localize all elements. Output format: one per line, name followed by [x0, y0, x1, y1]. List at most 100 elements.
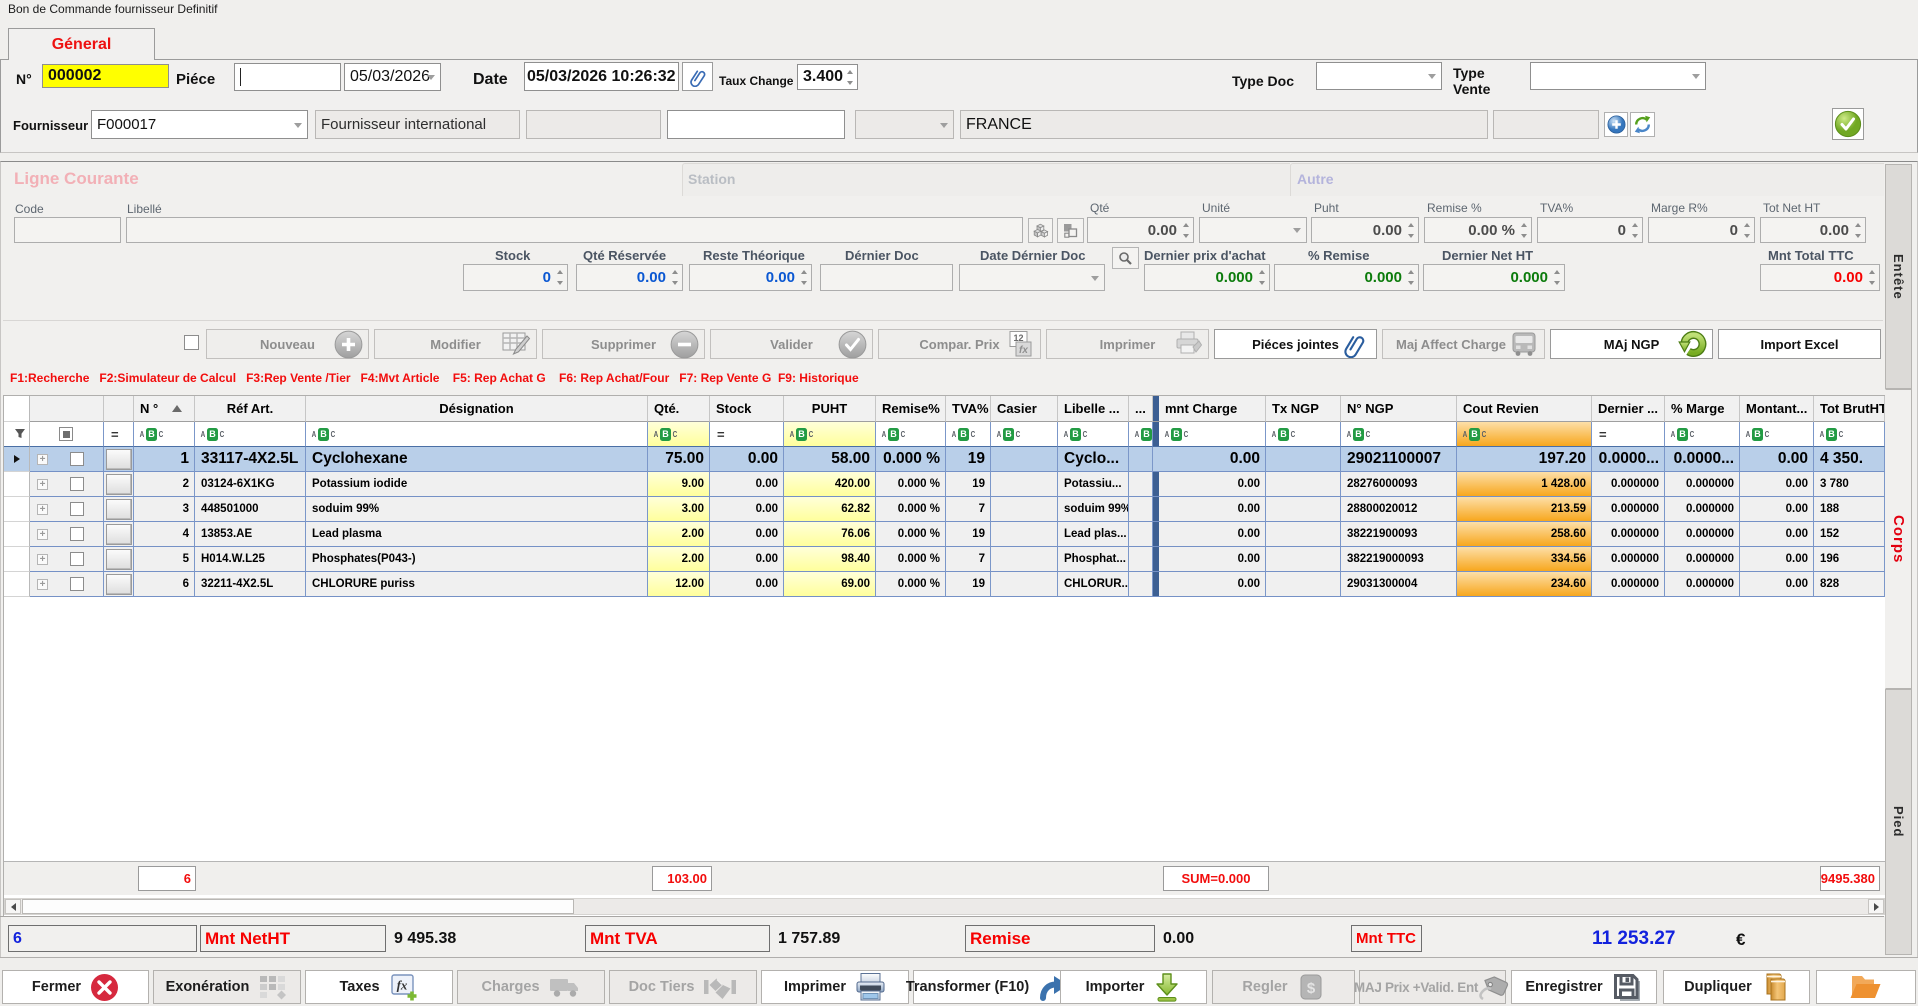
supprimer-button[interactable]: Supprimer	[542, 329, 705, 359]
cell-remise-row-1[interactable]: 0.000 %	[876, 447, 946, 472]
filter-cell-des[interactable]: ABC	[306, 422, 648, 447]
filter-cell-remise[interactable]: ABC	[876, 422, 946, 447]
piece-date-combo[interactable]: 05/03/2026	[344, 63, 441, 91]
spinner-arrows[interactable]	[1740, 219, 1753, 241]
col-header-montant[interactable]: Montant...	[1740, 396, 1814, 422]
spinner-arrows[interactable]	[1628, 219, 1641, 241]
spinner-arrows[interactable]	[1404, 219, 1417, 241]
cell-dernier-row-4[interactable]: 0.000000	[1592, 522, 1665, 547]
cell-puht-row-3[interactable]: 62.82	[784, 497, 876, 522]
cell-montant-row-5[interactable]: 0.00	[1740, 547, 1814, 572]
spinner-arrows[interactable]	[1851, 219, 1864, 241]
spinner-arrows[interactable]	[1404, 266, 1417, 289]
cell-n-row-6[interactable]: 6	[134, 572, 195, 597]
cell-mnt-row-4[interactable]: 0.00	[1159, 522, 1266, 547]
fournisseur-combo[interactable]: F000017	[91, 110, 308, 139]
spinner-arrows[interactable]	[1255, 266, 1268, 289]
cell-marge-row-6[interactable]: 0.000000	[1665, 572, 1740, 597]
qte-spinner[interactable]: 0.00	[1087, 217, 1194, 243]
cell-remise-row-3[interactable]: 0.000 %	[876, 497, 946, 522]
type-doc-combo[interactable]	[1316, 62, 1442, 90]
expand-row-icon[interactable]: +	[37, 504, 48, 515]
cell-libelle-row-1[interactable]: Cyclo...	[1058, 447, 1129, 472]
cell-stock-row-2[interactable]: 0.00	[710, 472, 784, 497]
cell-tx-row-1[interactable]	[1266, 447, 1341, 472]
filter-cell-libelle[interactable]: ABC	[1058, 422, 1129, 447]
col-header-dots[interactable]: ...	[1129, 396, 1153, 422]
cell-mnt-row-1[interactable]: 0.00	[1159, 447, 1266, 472]
row-checkbox[interactable]	[70, 552, 84, 566]
row-edit-button[interactable]	[106, 524, 132, 545]
validate-header-button[interactable]	[1832, 108, 1864, 140]
cell-dernier-row-3[interactable]: 0.000000	[1592, 497, 1665, 522]
cell-dernier-row-6[interactable]: 0.000000	[1592, 572, 1665, 597]
cell-stock-row-5[interactable]: 0.00	[710, 547, 784, 572]
spinner-arrows[interactable]	[797, 266, 810, 289]
expand-row-icon[interactable]: +	[37, 479, 48, 490]
col-header-tva[interactable]: TVA%	[946, 396, 991, 422]
cell-libelle-row-3[interactable]: soduim 99%	[1058, 497, 1129, 522]
cell-ind-row-5[interactable]	[4, 547, 30, 572]
cell-ind-row-1[interactable]	[4, 447, 30, 472]
cell-ref-row-2[interactable]: 03124-6X1KG	[195, 472, 306, 497]
cell-qte-row-6[interactable]: 12.00	[648, 572, 710, 597]
side-tab-pied[interactable]: Pied	[1885, 689, 1912, 955]
cell-tva-row-5[interactable]: 7	[946, 547, 991, 572]
cell-tva-row-6[interactable]: 19	[946, 572, 991, 597]
scroll-left-button[interactable]	[5, 899, 21, 914]
spinner-arrows[interactable]	[1550, 266, 1563, 289]
cell-tva-row-4[interactable]: 19	[946, 522, 991, 547]
spinner-arrows[interactable]	[553, 266, 566, 289]
cell-btn-row-2[interactable]	[104, 472, 134, 497]
cell-montant-row-2[interactable]: 0.00	[1740, 472, 1814, 497]
search-article-button[interactable]	[1112, 247, 1139, 269]
dernier-net-ht-spinner[interactable]: 0.000	[1423, 264, 1565, 291]
cell-btn-row-1[interactable]	[104, 447, 134, 472]
spinner-arrows[interactable]	[1865, 266, 1878, 289]
row-checkbox[interactable]	[70, 502, 84, 516]
transformer-f10-toolbar-button[interactable]: Transformer (F10)	[913, 970, 1061, 1004]
expand-row-icon[interactable]: +	[37, 529, 48, 540]
filter-cell-ref[interactable]: ABC	[195, 422, 306, 447]
cell-dots-row-6[interactable]	[1129, 572, 1153, 597]
cell-cout-row-1[interactable]: 197.20	[1457, 447, 1592, 472]
qte-reservee-spinner[interactable]: 0.00	[576, 264, 683, 291]
cell-remise-row-6[interactable]: 0.000 %	[876, 572, 946, 597]
cell-sel-row-3[interactable]: +	[30, 497, 104, 522]
cell-qte-row-4[interactable]: 2.00	[648, 522, 710, 547]
scroll-right-button[interactable]	[1868, 899, 1884, 914]
cell-n-row-1[interactable]: 1	[134, 447, 195, 472]
col-header-cout[interactable]: Cout Revien	[1457, 396, 1592, 422]
filter-cell-marge[interactable]: ABC	[1665, 422, 1740, 447]
side-tab-corps[interactable]: Corps	[1885, 389, 1912, 689]
cell-qte-row-1[interactable]: 75.00	[648, 447, 710, 472]
type-vente-combo[interactable]	[1530, 62, 1706, 90]
import-excel-button[interactable]: Import Excel	[1718, 329, 1881, 359]
cell-stock-row-3[interactable]: 0.00	[710, 497, 784, 522]
filter-cell-tva[interactable]: ABC	[946, 422, 991, 447]
cell-libelle-row-4[interactable]: Lead plas...	[1058, 522, 1129, 547]
valider-button[interactable]: Valider	[710, 329, 873, 359]
autre-group-tab[interactable]	[1290, 163, 1884, 196]
cell-n-row-4[interactable]: 4	[134, 522, 195, 547]
cell-montant-row-1[interactable]: 0.00	[1740, 447, 1814, 472]
cell-casier-row-1[interactable]	[991, 447, 1058, 472]
grid-row-5[interactable]: +5H014.W.L25Phosphates(P043-)2.000.0098.…	[4, 547, 1886, 572]
cell-tx-row-5[interactable]	[1266, 547, 1341, 572]
cell-qte-row-3[interactable]: 3.00	[648, 497, 710, 522]
cell-tot-row-6[interactable]: 828	[1814, 572, 1885, 597]
filter-cell-dots[interactable]: ABC	[1129, 422, 1153, 447]
col-header-qte[interactable]: Qté.	[648, 396, 710, 422]
taux-change-spinner[interactable]: 3.400	[797, 64, 858, 90]
cell-mnt-row-5[interactable]: 0.00	[1159, 547, 1266, 572]
filter-cell-ind[interactable]	[4, 422, 30, 447]
doc-tiers-toolbar-button[interactable]: Doc Tiers	[609, 970, 757, 1004]
regler-toolbar-button[interactable]: Regler$	[1212, 970, 1355, 1004]
piece-input[interactable]	[234, 63, 341, 91]
cell-cout-row-2[interactable]: 1 428.00	[1457, 472, 1592, 497]
filter-cell-n[interactable]: ABC	[134, 422, 195, 447]
cell-sel-row-2[interactable]: +	[30, 472, 104, 497]
filter-cell-sel[interactable]	[30, 422, 104, 447]
cell-des-row-3[interactable]: soduim 99%	[306, 497, 648, 522]
cell-sel-row-1[interactable]: +	[30, 447, 104, 472]
